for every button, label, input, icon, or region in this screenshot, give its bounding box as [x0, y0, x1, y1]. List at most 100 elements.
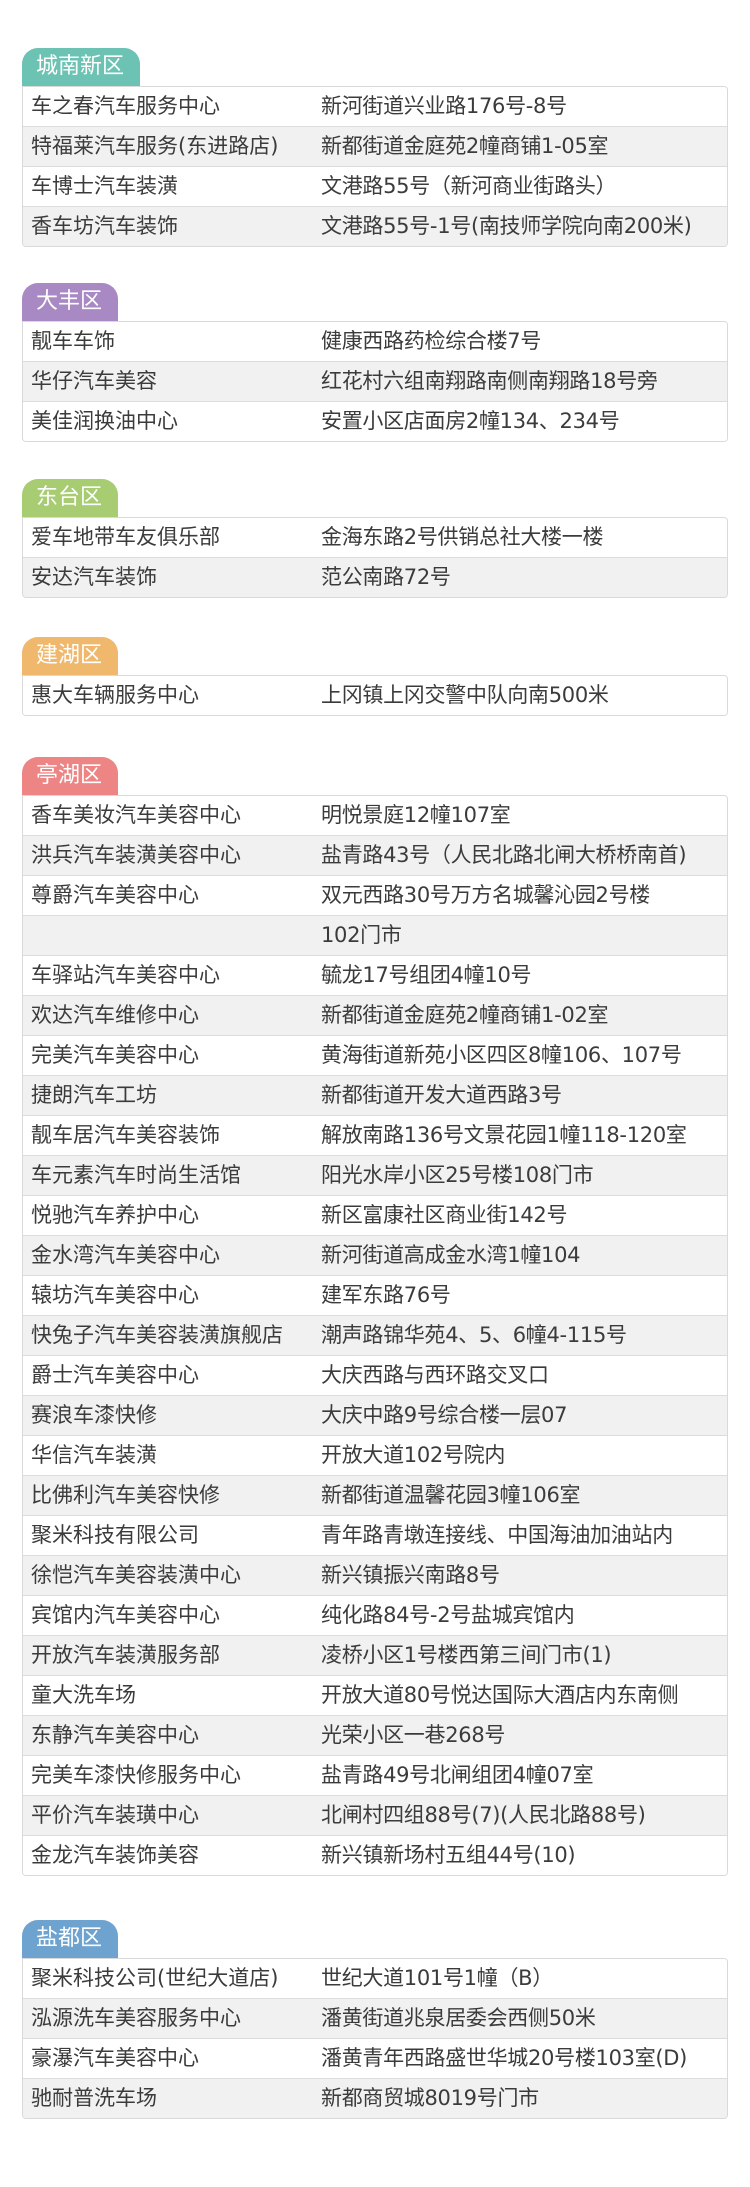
shop-address: 黄海街道新苑小区四区8幢106、107号 — [321, 1043, 682, 1067]
shop-address: 上冈镇上冈交警中队向南500米 — [321, 683, 609, 707]
shop-name: 美佳润换油中心 — [31, 409, 178, 433]
shop-address: 新兴镇新场村五组44号(10) — [321, 1843, 576, 1867]
district-section: 东台区 爱车地带车友俱乐部 金海东路2号供销总社大楼一楼 安达汽车装饰 范公南路72号 — [22, 479, 728, 598]
shop-row: 金水湾汽车美容中心 新河街道高成金水湾1幢104 — [23, 1235, 727, 1275]
shop-row: 特福莱汽车服务(东进路店) 新都街道金庭苑2幢商铺1-05室 — [23, 126, 727, 166]
shop-name: 爱车地带车友俱乐部 — [31, 525, 220, 549]
shop-row: 爵士汽车美容中心 大庆西路与西环路交叉口 — [23, 1355, 727, 1395]
shop-row: 快兔子汽车美容装潢旗舰店 潮声路锦华苑4、5、6幢4-115号 — [23, 1315, 727, 1355]
shop-address: 新河街道高成金水湾1幢104 — [321, 1243, 581, 1267]
shop-name: 华仔汽车美容 — [31, 369, 157, 393]
shop-address: 潘黄街道兆泉居委会西侧50米 — [321, 2006, 596, 2030]
shop-row: 车元素汽车时尚生活馆 阳光水岸小区25号楼108门市 — [23, 1155, 727, 1195]
shop-name: 悦驰汽车养护中心 — [31, 1203, 199, 1227]
shop-name: 开放汽车装潢服务部 — [31, 1643, 220, 1667]
shop-name: 平价汽车装璜中心 — [31, 1803, 199, 1827]
shop-row: 尊爵汽车美容中心 双元西路30号万方名城馨沁园2号楼 — [23, 875, 727, 915]
shop-name: 特福莱汽车服务(东进路店) — [31, 134, 279, 158]
shop-row: 悦驰汽车养护中心 新区富康社区商业街142号 — [23, 1195, 727, 1235]
shop-name: 辕坊汽车美容中心 — [31, 1283, 199, 1307]
shop-name: 欢达汽车维修中心 — [31, 1003, 199, 1027]
shop-name: 金水湾汽车美容中心 — [31, 1243, 220, 1267]
shop-table: 香车美妆汽车美容中心 明悦景庭12幢107室洪兵汽车装潢美容中心 盐青路43号（人民… — [22, 795, 728, 1876]
shop-address: 青年路青墩连接线、中国海油加油站内 — [321, 1523, 673, 1547]
shop-address: 新都街道开发大道西路3号 — [321, 1083, 562, 1107]
shop-address: 凌桥小区1号楼西第三间门市(1) — [321, 1643, 612, 1667]
shop-name: 赛浪车漆快修 — [31, 1403, 157, 1427]
shop-row: 平价汽车装璜中心 北闸村四组88号(7)(人民北路88号) — [23, 1795, 727, 1835]
shop-row: 泓源洗车美容服务中心 潘黄街道兆泉居委会西侧50米 — [23, 1998, 727, 2038]
shop-address: 盐青路43号（人民北路北闸大桥桥南首) — [321, 843, 687, 867]
shop-table: 惠大车辆服务中心 上冈镇上冈交警中队向南500米 — [22, 675, 728, 716]
shop-address: 双元西路30号万方名城馨沁园2号楼 — [321, 883, 650, 907]
shop-row: 驰耐普洗车场 新都商贸城8019号门市 — [23, 2078, 727, 2118]
shop-row: 车博士汽车装潢 文港路55号（新河商业街路头） — [23, 166, 727, 206]
shop-address: 北闸村四组88号(7)(人民北路88号) — [321, 1803, 646, 1827]
shop-name: 完美车漆快修服务中心 — [31, 1763, 241, 1787]
shop-row: 102门市 — [23, 915, 727, 955]
shop-name: 尊爵汽车美容中心 — [31, 883, 199, 907]
shop-name — [23, 916, 315, 955]
shop-row: 捷朗汽车工坊 新都街道开发大道西路3号 — [23, 1075, 727, 1115]
shop-row: 安达汽车装饰 范公南路72号 — [23, 557, 727, 597]
shop-name: 比佛利汽车美容快修 — [31, 1483, 220, 1507]
shop-name: 车元素汽车时尚生活馆 — [31, 1163, 241, 1187]
shop-row: 宾馆内汽车美容中心 纯化路84号-2号盐城宾馆内 — [23, 1595, 727, 1635]
district-tag: 盐都区 — [22, 1920, 119, 1958]
shop-name: 靓车居汽车美容装饰 — [31, 1123, 220, 1147]
shop-address: 开放大道102号院内 — [321, 1443, 506, 1467]
shop-address: 文港路55号-1号(南技师学院向南200米) — [321, 214, 692, 238]
shop-address: 安置小区店面房2幢134、234号 — [321, 409, 620, 433]
shop-name: 童大洗车场 — [31, 1683, 136, 1707]
district-tag: 城南新区 — [22, 48, 141, 86]
shop-address: 阳光水岸小区25号楼108门市 — [321, 1163, 594, 1187]
shop-address: 新都街道金庭苑2幢商铺1-02室 — [321, 1003, 609, 1027]
shop-table: 爱车地带车友俱乐部 金海东路2号供销总社大楼一楼 安达汽车装饰 范公南路72号 — [22, 517, 728, 598]
shop-row: 童大洗车场 开放大道80号悦达国际大酒店内东南侧 — [23, 1675, 727, 1715]
shop-address: 新都街道温馨花园3幢106室 — [321, 1483, 581, 1507]
shop-row: 车之春汽车服务中心 新河街道兴业路176号-8号 — [23, 87, 727, 126]
shop-row: 开放汽车装潢服务部 凌桥小区1号楼西第三间门市(1) — [23, 1635, 727, 1675]
shop-row: 洪兵汽车装潢美容中心 盐青路43号（人民北路北闸大桥桥南首) — [23, 835, 727, 875]
shop-row: 美佳润换油中心 安置小区店面房2幢134、234号 — [23, 401, 727, 441]
shop-address: 新都街道金庭苑2幢商铺1-05室 — [321, 134, 609, 158]
shop-address: 文港路55号（新河商业街路头） — [321, 174, 617, 198]
shop-name: 安达汽车装饰 — [31, 565, 157, 589]
shop-row: 聚米科技有限公司 青年路青墩连接线、中国海油加油站内 — [23, 1515, 727, 1555]
shop-address: 红花村六组南翔路南侧南翔路18号旁 — [321, 369, 658, 393]
shop-address: 世纪大道101号1幢（B） — [321, 1966, 553, 1990]
shop-name: 香车坊汽车装饰 — [31, 214, 178, 238]
shop-name: 靓车车饰 — [31, 329, 115, 353]
shop-name: 聚米科技公司(世纪大道店) — [31, 1966, 279, 1990]
shop-address: 毓龙17号组团4幢10号 — [321, 963, 532, 987]
shop-name: 车之春汽车服务中心 — [31, 94, 220, 118]
shop-address: 纯化路84号-2号盐城宾馆内 — [321, 1603, 575, 1627]
district-section: 大丰区靓车车饰 健康西路药检综合楼7号华仔汽车美容 红花村六组南翔路南侧南翔路18号… — [22, 283, 728, 442]
district-tag: 大丰区 — [22, 283, 119, 321]
shop-name: 徐恺汽车美容装潢中心 — [31, 1563, 241, 1587]
shop-address: 潮声路锦华苑4、5、6幢4-115号 — [321, 1323, 627, 1347]
shop-address: 明悦景庭12幢107室 — [321, 803, 511, 827]
shop-name: 完美汽车美容中心 — [31, 1043, 199, 1067]
shop-address: 健康西路药检综合楼7号 — [321, 329, 542, 353]
district-section: 建湖区 惠大车辆服务中心 上冈镇上冈交警中队向南500米 — [22, 637, 728, 716]
shop-name: 香车美妆汽车美容中心 — [31, 803, 241, 827]
shop-row: 辕坊汽车美容中心 建军东路76号 — [23, 1275, 727, 1315]
shop-row: 香车美妆汽车美容中心 明悦景庭12幢107室 — [23, 796, 727, 835]
district-tag: 亭湖区 — [22, 757, 119, 795]
district-section: 盐都区聚米科技公司(世纪大道店) 世纪大道101号1幢（B） 泓源洗车美容服务中心潘… — [22, 1920, 728, 2119]
shop-table: 车之春汽车服务中心 新河街道兴业路176号-8号特福莱汽车服务(东进路店) 新都街道… — [22, 86, 728, 247]
district-tag: 建湖区 — [22, 637, 119, 675]
shop-row: 欢达汽车维修中心 新都街道金庭苑2幢商铺1-02室 — [23, 995, 727, 1035]
shop-row: 靓车车饰 健康西路药检综合楼7号 — [23, 322, 727, 361]
shop-row: 完美车漆快修服务中心 盐青路49号北闸组团4幢07室 — [23, 1755, 727, 1795]
shop-row: 完美汽车美容中心 黄海街道新苑小区四区8幢106、107号 — [23, 1035, 727, 1075]
shop-address: 102门市 — [321, 923, 402, 947]
shop-row: 华仔汽车美容 红花村六组南翔路南侧南翔路18号旁 — [23, 361, 727, 401]
shop-address: 新河街道兴业路176号-8号 — [321, 94, 567, 118]
page: 城南新区车之春汽车服务中心 新河街道兴业路176号-8号特福莱汽车服务(东进路店)… — [0, 0, 750, 2187]
shop-row: 靓车居汽车美容装饰 解放南路136号文景花园1幢118-120室 — [23, 1115, 727, 1155]
shop-row: 豪瀑汽车美容中心 潘黄青年西路盛世华城20号楼103室(D) — [23, 2038, 727, 2078]
shop-table: 靓车车饰 健康西路药检综合楼7号华仔汽车美容 红花村六组南翔路南侧南翔路18号旁美佳… — [22, 321, 728, 442]
shop-name: 驰耐普洗车场 — [31, 2086, 157, 2110]
